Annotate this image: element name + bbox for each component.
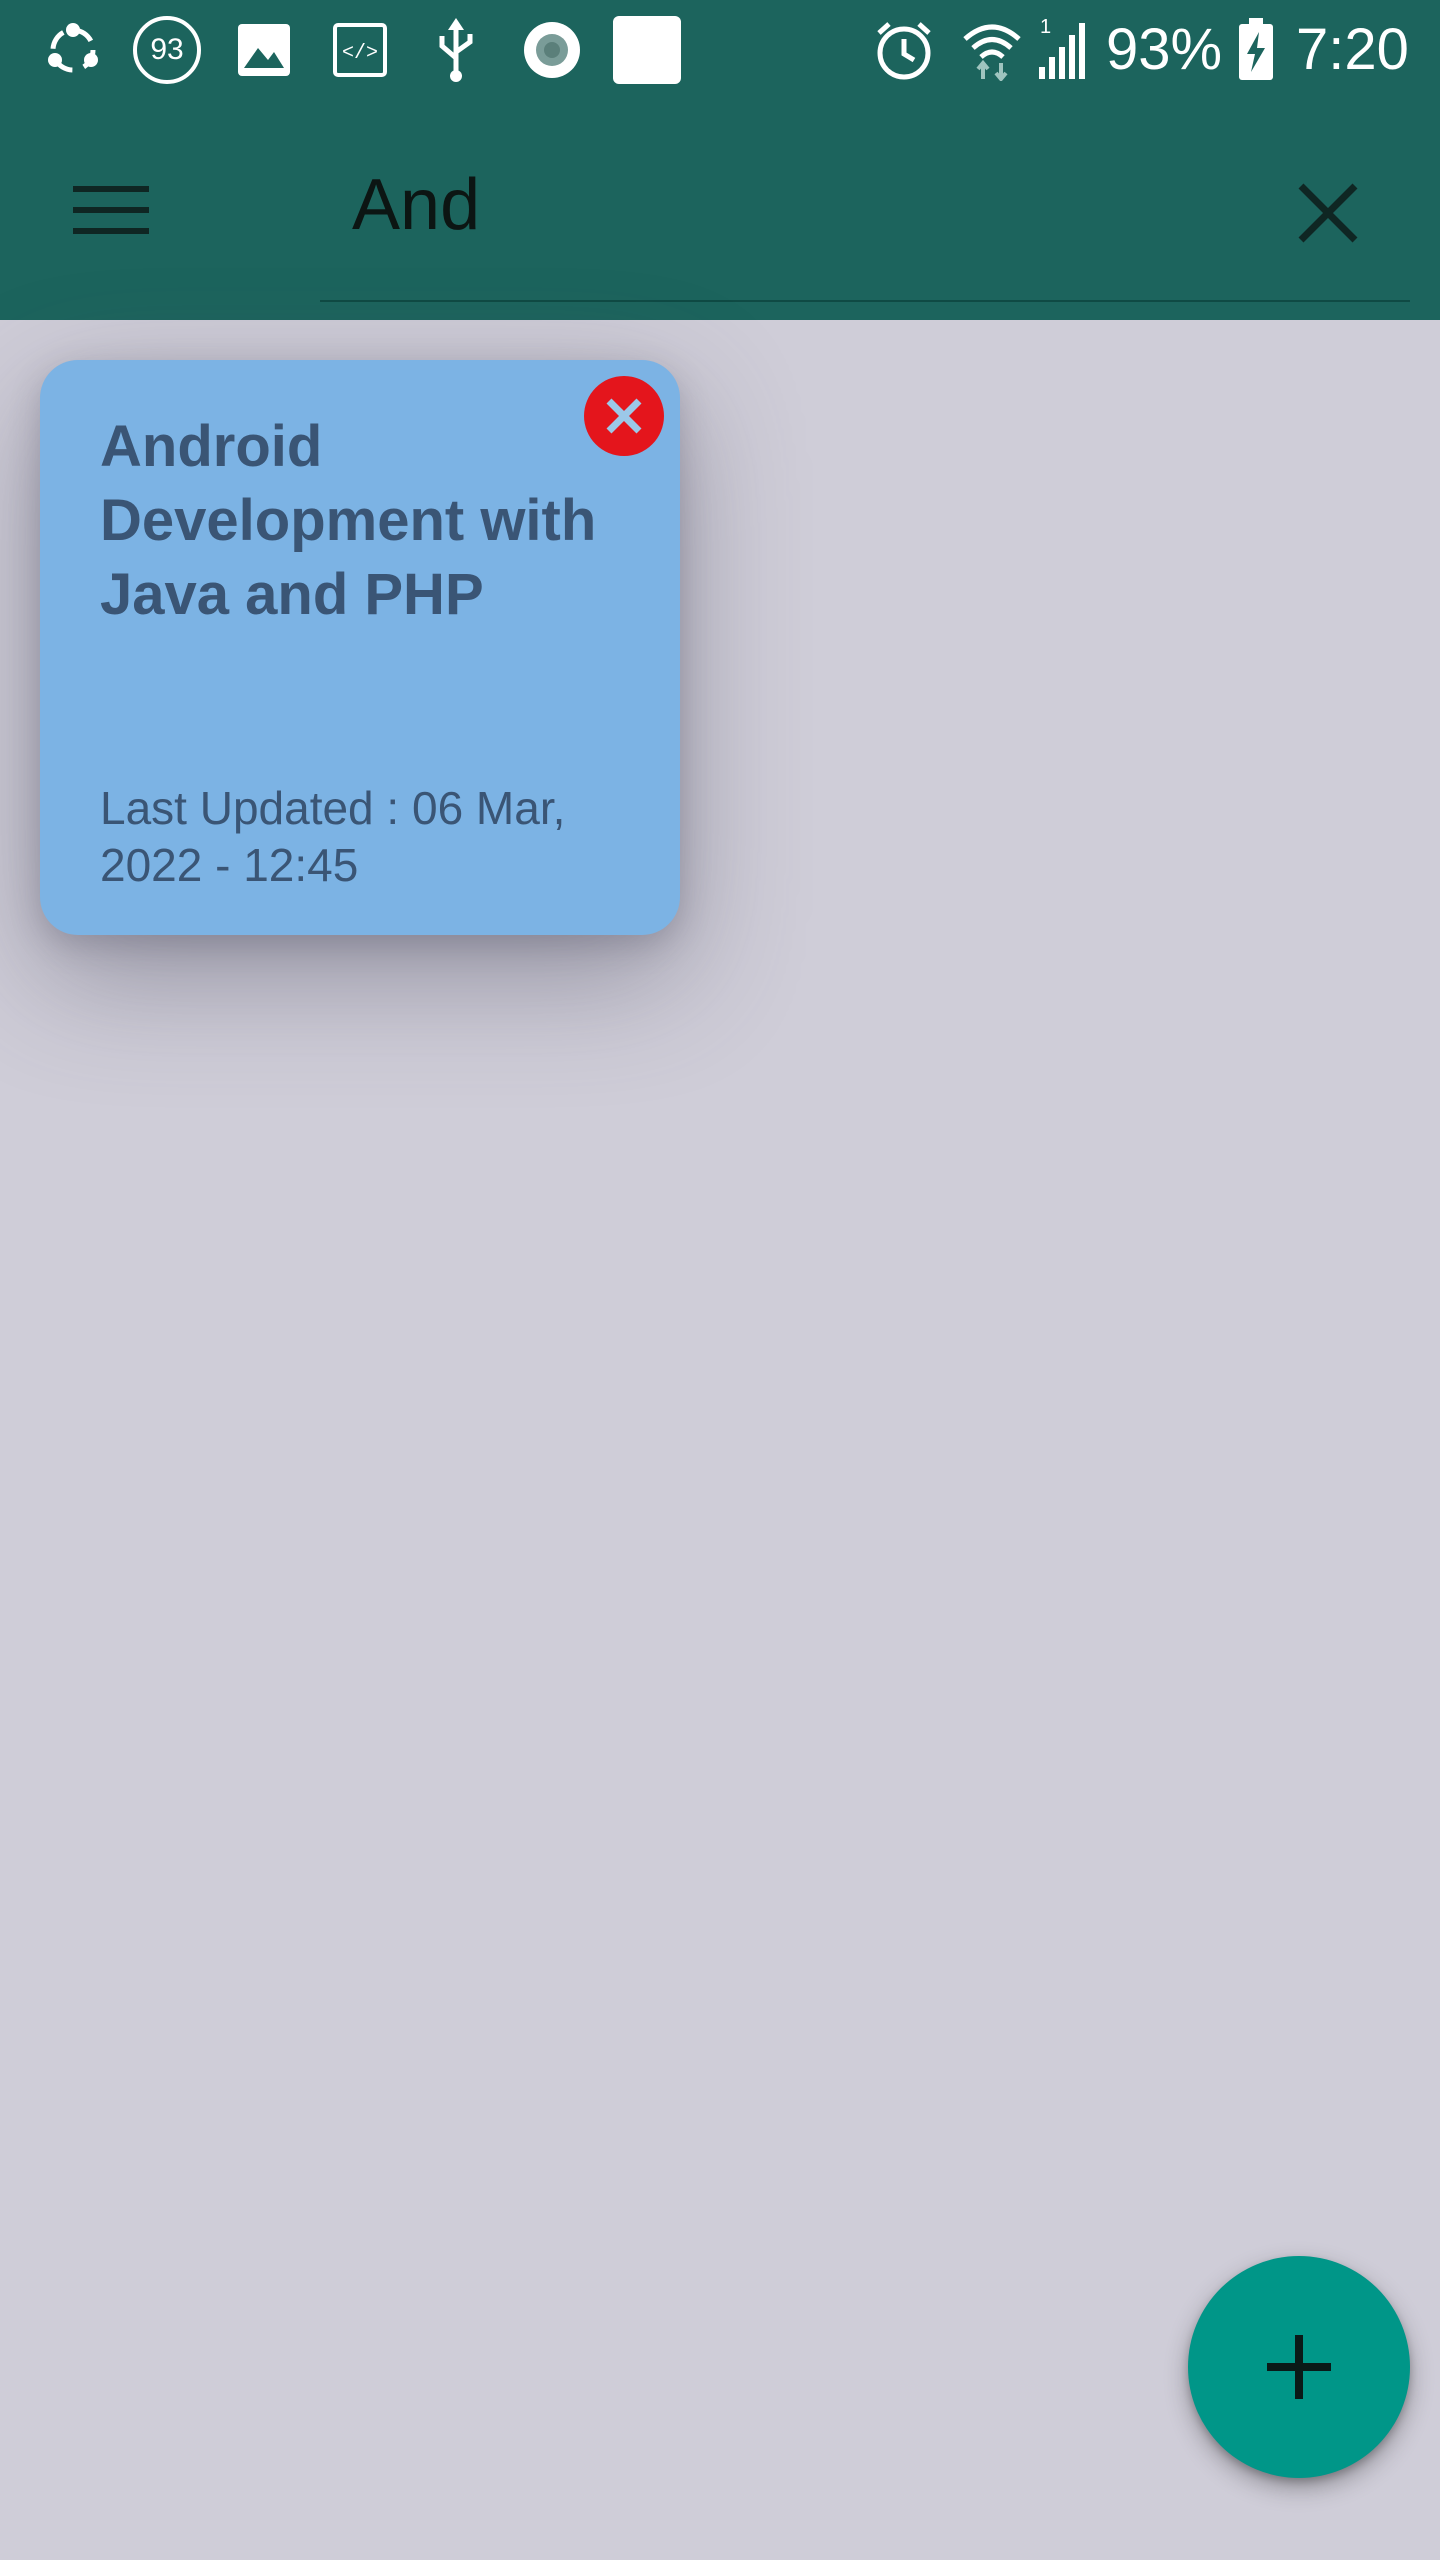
search-underline (320, 300, 1410, 302)
blank-square-icon (612, 0, 682, 100)
close-circle-icon (606, 398, 642, 434)
close-icon (1298, 183, 1357, 242)
notification-badge-text: 93 (150, 33, 184, 66)
add-note-button[interactable] (1188, 2256, 1410, 2478)
circle-count-icon: 93 (130, 0, 204, 100)
signal-icon: 1 (1036, 0, 1086, 100)
search-input[interactable] (320, 150, 1352, 260)
plus-icon (1267, 2335, 1331, 2399)
delete-note-button[interactable] (584, 376, 664, 456)
battery-percent: 93% (1106, 17, 1223, 82)
note-card[interactable]: Android Development with Java and PHP La… (40, 360, 680, 935)
clear-search-button[interactable] (1270, 155, 1385, 270)
clock-time: 7:20 (1296, 17, 1409, 82)
code-icon: </> (330, 0, 390, 100)
alarm-icon (872, 0, 936, 100)
share-icon (40, 0, 106, 100)
usb-icon (428, 0, 484, 100)
battery-charging-icon (1236, 0, 1276, 100)
image-icon (234, 0, 294, 100)
wifi-icon (960, 0, 1024, 100)
record-icon (522, 0, 582, 100)
svg-text:</>: </> (342, 42, 378, 65)
sim-label: 1 (1040, 16, 1052, 38)
hamburger-menu-icon (73, 186, 149, 234)
note-title: Android Development with Java and PHP (100, 414, 597, 627)
note-last-updated: Last Updated : 06 Mar, 2022 - 12:45 (100, 782, 566, 891)
status-bar: 93 </> 1 93% 7:20 (0, 0, 1440, 100)
app-bar (0, 100, 1440, 320)
menu-button[interactable] (56, 160, 166, 260)
